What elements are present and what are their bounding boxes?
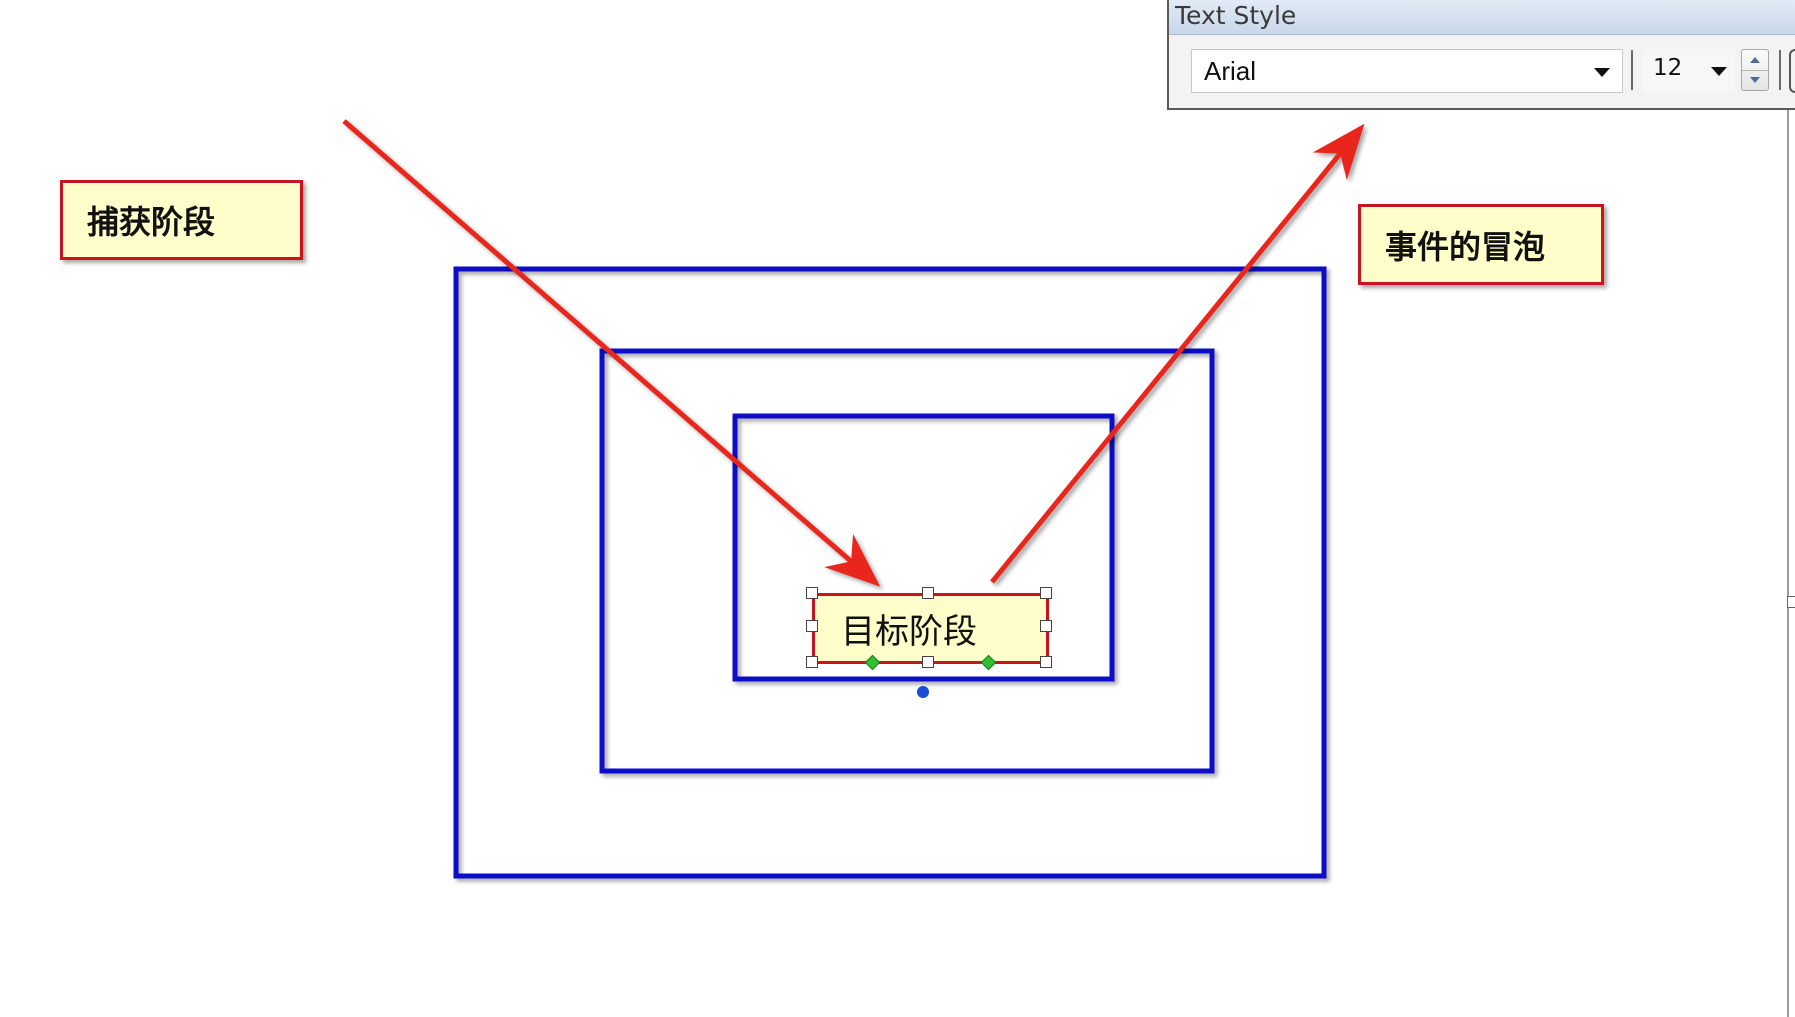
bubble-phase-label: 事件的冒泡 bbox=[1385, 227, 1546, 266]
dropdown-arrow-icon[interactable] bbox=[1594, 68, 1610, 77]
resize-handle-bottom-center[interactable] bbox=[922, 656, 934, 668]
diagram-svg bbox=[342, 119, 1365, 879]
font-size-select[interactable]: 12 bbox=[1643, 49, 1735, 93]
resize-handle-top-center[interactable] bbox=[922, 587, 934, 599]
panel-resize-handle[interactable] bbox=[1787, 596, 1795, 608]
resize-handle-top-right[interactable] bbox=[1040, 587, 1052, 599]
target-phase-label: 目标阶段 bbox=[841, 612, 977, 652]
right-panel-edge bbox=[1787, 110, 1789, 1017]
font-size-value: 12 bbox=[1653, 55, 1683, 81]
resize-handle-middle-right[interactable] bbox=[1040, 620, 1052, 632]
font-size-spinner[interactable] bbox=[1741, 49, 1769, 91]
capture-phase-label: 捕获阶段 bbox=[87, 203, 216, 241]
dropdown-arrow-icon[interactable] bbox=[1711, 67, 1727, 76]
capture-phase-label-box[interactable]: 捕获阶段 bbox=[60, 180, 303, 260]
text-style-toolbar: Text Style Arial 12 bbox=[1167, 0, 1795, 110]
spin-up-button[interactable] bbox=[1742, 50, 1768, 71]
spin-up-icon bbox=[1750, 57, 1760, 63]
resize-handle-bottom-left[interactable] bbox=[806, 656, 818, 668]
font-family-value: Arial bbox=[1204, 56, 1257, 86]
bubble-phase-label-box[interactable]: 事件的冒泡 bbox=[1358, 204, 1604, 285]
resize-handle-bottom-right[interactable] bbox=[1040, 656, 1052, 668]
toolbar-next-control[interactable] bbox=[1789, 49, 1795, 93]
toolbar-title: Text Style bbox=[1175, 1, 1297, 30]
resize-handle-middle-left[interactable] bbox=[806, 620, 818, 632]
target-phase-label-box[interactable]: 目标阶段 bbox=[812, 593, 1049, 664]
diagram-canvas[interactable]: 捕获阶段 事件的冒泡 目标阶段 bbox=[0, 0, 1795, 1017]
spin-down-icon bbox=[1750, 77, 1760, 83]
toolbar-separator bbox=[1631, 50, 1633, 90]
toolbar-separator bbox=[1779, 50, 1781, 90]
font-family-select[interactable]: Arial bbox=[1191, 49, 1623, 93]
outer-element-rect[interactable] bbox=[453, 266, 1327, 879]
toolbar-title-bar[interactable]: Text Style bbox=[1169, 0, 1795, 35]
bubble-arrow[interactable] bbox=[990, 123, 1365, 584]
rotate-handle[interactable] bbox=[917, 686, 929, 698]
spin-down-button[interactable] bbox=[1742, 70, 1768, 90]
resize-handle-top-left[interactable] bbox=[806, 587, 818, 599]
